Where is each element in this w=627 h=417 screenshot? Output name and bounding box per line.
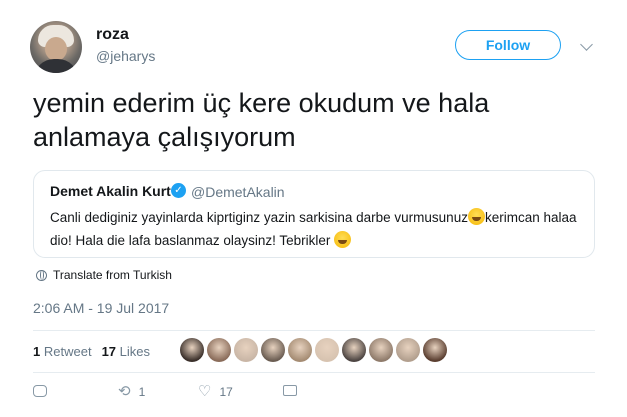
tweet-timestamp[interactable]: 2:06 AM - 19 Jul 2017 [33,300,169,316]
laughing-emoji-icon [467,208,485,225]
tweet-stats: 1 Retweet 17 Likes [33,344,150,359]
author-display-name[interactable]: roza [96,26,129,44]
retweet-icon: ⟲ [118,383,131,400]
follow-button[interactable]: Follow [455,30,561,60]
liker-avatar[interactable] [342,338,366,362]
liker-avatar[interactable] [288,338,312,362]
quoted-tweet[interactable]: Demet Akalin Kurt ✓ @DemetAkalin Canli d… [33,170,595,258]
quoted-author-name: Demet Akalin Kurt [50,183,171,199]
direct-message-button[interactable] [283,385,297,396]
retweet-stat[interactable]: 1 Retweet [33,344,92,359]
retweet-button[interactable]: ⟲ 1 [118,383,146,400]
divider [33,372,595,373]
like-count: 17 [219,385,233,399]
avatar-body [34,59,78,73]
globe-icon [36,269,47,281]
likes-stat-label: Likes [119,344,151,359]
mail-icon [283,385,297,396]
retweet-count: 1 [138,385,146,399]
retweet-stat-count: 1 [33,344,41,359]
reply-button[interactable] [33,385,47,397]
translate-link[interactable]: Translate from Turkish [36,268,172,282]
likes-stat[interactable]: 17 Likes [102,344,150,359]
likes-stat-count: 17 [101,344,117,359]
verified-badge-icon: ✓ [171,183,186,198]
reply-icon [33,385,47,397]
liker-avatar[interactable] [423,338,447,362]
like-button[interactable]: ♡ 17 [198,383,233,400]
quoted-text-part1: Canli dediginiz yayinlarda kiprtiginz ya… [50,210,468,225]
liker-avatar[interactable] [396,338,420,362]
retweet-stat-label: Retweet [43,344,92,359]
liker-avatars [180,338,447,362]
laughing-emoji-icon [334,231,352,248]
heart-icon: ♡ [198,383,212,400]
liker-avatar[interactable] [180,338,204,362]
author-handle[interactable]: @jeharys [96,48,155,64]
translate-label: Translate from Turkish [53,268,172,282]
quoted-author-handle: @DemetAkalin [191,184,285,200]
author-avatar[interactable] [30,21,82,73]
liker-avatar[interactable] [315,338,339,362]
avatar-face [45,37,67,61]
chevron-down-icon[interactable] [580,38,593,51]
liker-avatar[interactable] [369,338,393,362]
divider [33,330,595,331]
liker-avatar[interactable] [207,338,231,362]
tweet-text: yemin ederim üç kere okudum ve hala anla… [33,88,490,152]
liker-avatar[interactable] [234,338,258,362]
liker-avatar[interactable] [261,338,285,362]
quoted-tweet-text: Canli dediginiz yayinlarda kiprtiginz ya… [50,206,580,252]
